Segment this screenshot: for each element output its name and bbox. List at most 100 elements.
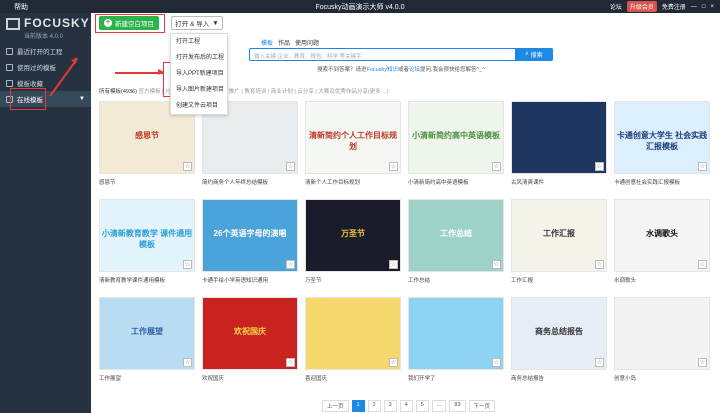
template-card[interactable]: 清新简约个人工作目标规划 ☆ 清新个人工作目标规划 bbox=[305, 101, 401, 186]
template-card[interactable]: ☆ 喜迎国庆 bbox=[305, 297, 401, 382]
template-card[interactable]: 26个英语字母的演唱 ☆ 卡通手绘小学英语知识通用 bbox=[202, 199, 298, 284]
hint-text: 提问,我会很快给您解答^_^ bbox=[420, 67, 485, 73]
search-placeholder: 输入关键 企业、教育、报告、科学 等关键字 bbox=[254, 54, 362, 60]
template-thumbnail[interactable]: 清新简约个人工作目标规划 ☆ bbox=[305, 101, 401, 174]
favorite-star-icon[interactable]: ☆ bbox=[286, 358, 295, 367]
favorite-star-icon[interactable]: ☆ bbox=[492, 260, 501, 269]
favorite-star-icon[interactable]: ☆ bbox=[492, 162, 501, 171]
maximize-icon[interactable]: □ bbox=[702, 4, 706, 10]
template-caption: 工作总结 bbox=[408, 278, 431, 284]
template-card[interactable]: ☆ 古风清爽课件 bbox=[511, 101, 607, 186]
forum-link[interactable]: 论坛 bbox=[610, 2, 622, 11]
menu-item-import-ppt[interactable]: 导入PPT新建项目 bbox=[171, 66, 227, 82]
template-thumbnail[interactable]: ☆ bbox=[511, 101, 607, 174]
thumbnail-title: 卡通创意大学生 社会实践汇报模板 bbox=[616, 131, 708, 151]
knowledge-link[interactable]: Focusky知识 bbox=[367, 67, 398, 73]
template-thumbnail[interactable]: ☆ bbox=[614, 297, 710, 370]
filter-all[interactable]: 所有模板(4936) bbox=[99, 89, 137, 95]
template-card[interactable]: 小清新教育教学 课件通用模板 ☆ 清新教育教学课件通用模板 bbox=[99, 199, 195, 284]
favorite-star-icon[interactable]: ☆ bbox=[389, 358, 398, 367]
page-button[interactable]: 5 bbox=[415, 400, 429, 412]
template-thumbnail[interactable]: 商务总结报告 ☆ bbox=[511, 297, 607, 370]
page-button[interactable]: 2 bbox=[367, 400, 381, 412]
menu-item-open-project[interactable]: 打开工程 bbox=[171, 34, 227, 50]
template-caption: 清新教育教学课件通用模板 bbox=[99, 278, 166, 284]
favorite-star-icon[interactable]: ☆ bbox=[286, 162, 295, 171]
template-thumbnail[interactable]: 万圣节 ☆ bbox=[305, 199, 401, 272]
template-card[interactable]: 欢祝国庆 ☆ 欢祝国庆 bbox=[202, 297, 298, 382]
tab-works[interactable]: 作品 bbox=[278, 38, 290, 47]
template-thumbnail[interactable]: 工作总结 ☆ bbox=[408, 199, 504, 272]
template-caption: 喜迎国庆 bbox=[305, 376, 328, 382]
template-card[interactable]: 卡通创意大学生 社会实践汇报模板 ☆ 卡通创意社会实践汇报模板 bbox=[614, 101, 710, 186]
template-card[interactable]: 工作总结 ☆ 工作总结 bbox=[408, 199, 504, 284]
template-thumbnail[interactable]: 欢祝国庆 ☆ bbox=[202, 297, 298, 370]
menu-item-cloud-project[interactable]: 创建文件云项目 bbox=[171, 98, 227, 114]
open-import-button[interactable]: 打开 & 导入 ▼ bbox=[171, 16, 223, 30]
tab-questions[interactable]: 使用问题 bbox=[295, 38, 319, 47]
favorite-star-icon[interactable]: ☆ bbox=[698, 358, 707, 367]
thumbnail-title: 26个英语字母的演唱 bbox=[213, 229, 287, 238]
search-button[interactable]: ⌕ 搜索 bbox=[515, 48, 553, 61]
top-toolbar: + 新建空白项目 打开 & 导入 ▼ 打开工程 打开发布后的工程 导入PPT新建项目… bbox=[91, 13, 720, 115]
favorite-star-icon[interactable]: ☆ bbox=[595, 162, 604, 171]
annotation-box-new bbox=[95, 14, 165, 33]
thumbnail-title: 商务总结报告 bbox=[535, 327, 583, 336]
page-button[interactable]: 3 bbox=[383, 400, 397, 412]
template-caption: 清新个人工作目标规划 bbox=[305, 180, 361, 186]
close-icon[interactable]: × bbox=[710, 4, 714, 10]
favorite-star-icon[interactable]: ☆ bbox=[286, 260, 295, 269]
template-thumbnail[interactable]: 小清新简约高中英语模板 ☆ bbox=[408, 101, 504, 174]
favorite-star-icon[interactable]: ☆ bbox=[595, 260, 604, 269]
upgrade-badge[interactable]: 升级会员 bbox=[626, 1, 657, 12]
favorite-star-icon[interactable]: ☆ bbox=[698, 260, 707, 269]
menu-item-open-published[interactable]: 打开发布后的工程 bbox=[171, 50, 227, 66]
favorite-star-icon[interactable]: ☆ bbox=[492, 358, 501, 367]
template-thumbnail[interactable]: 卡通创意大学生 社会实践汇报模板 ☆ bbox=[614, 101, 710, 174]
template-icon bbox=[6, 63, 13, 71]
favorite-star-icon[interactable]: ☆ bbox=[698, 162, 707, 171]
page-button[interactable]: 4 bbox=[399, 400, 413, 412]
favorite-star-icon[interactable]: ☆ bbox=[595, 358, 604, 367]
template-card[interactable]: 工作汇报 ☆ 工作汇报 bbox=[511, 199, 607, 284]
star-icon bbox=[6, 79, 13, 87]
favorite-star-icon[interactable]: ☆ bbox=[389, 162, 398, 171]
template-thumbnail[interactable]: 工作展望 ☆ bbox=[99, 297, 195, 370]
template-caption: 水调歌头 bbox=[614, 278, 637, 284]
template-thumbnail[interactable]: ☆ bbox=[408, 297, 504, 370]
template-card[interactable]: ☆ 创意小岛 bbox=[614, 297, 710, 382]
next-page-button[interactable]: 下一页 bbox=[468, 400, 496, 412]
template-card[interactable]: 万圣节 ☆ 万圣节 bbox=[305, 199, 401, 284]
template-thumbnail[interactable]: 工作汇报 ☆ bbox=[511, 199, 607, 272]
template-thumbnail[interactable]: 水调歌头 ☆ bbox=[614, 199, 710, 272]
menu-item-import-images[interactable]: 导入图片新建项目 bbox=[171, 82, 227, 98]
tab-templates[interactable]: 模板 bbox=[261, 38, 273, 47]
register-link[interactable]: 免费注册 bbox=[662, 2, 686, 11]
hint-text: 或者 bbox=[398, 67, 410, 73]
favorite-star-icon[interactable]: ☆ bbox=[183, 358, 192, 367]
template-card[interactable]: 工作展望 ☆ 工作展望 bbox=[99, 297, 195, 382]
template-caption: 古风清爽课件 bbox=[511, 180, 545, 186]
prev-page-button[interactable]: 上一页 bbox=[322, 400, 349, 412]
template-card[interactable]: 小清新简约高中英语模板 ☆ 小清新简约高中英语模板 bbox=[408, 101, 504, 186]
forum-link[interactable]: 论坛 bbox=[409, 67, 420, 73]
template-thumbnail[interactable]: 26个英语字母的演唱 ☆ bbox=[202, 199, 298, 272]
template-card[interactable]: ☆ 我们开学了 bbox=[408, 297, 504, 382]
minimize-icon[interactable]: — bbox=[691, 4, 697, 10]
search-input[interactable]: 输入关键 企业、教育、报告、科学 等关键字 ⌕ 搜索 bbox=[249, 48, 553, 61]
annotation-arrow-right bbox=[115, 69, 164, 75]
template-thumbnail[interactable]: 小清新教育教学 课件通用模板 ☆ bbox=[99, 199, 195, 272]
page-button[interactable]: 1 bbox=[351, 400, 365, 412]
template-card[interactable]: 水调歌头 ☆ 水调歌头 bbox=[614, 199, 710, 284]
template-caption: 万圣节 bbox=[305, 278, 322, 284]
favorite-star-icon[interactable]: ☆ bbox=[389, 260, 398, 269]
favorite-star-icon[interactable]: ☆ bbox=[183, 260, 192, 269]
template-card[interactable]: 商务总结报告 ☆ 商务总结报告 bbox=[511, 297, 607, 382]
template-thumbnail[interactable]: ☆ bbox=[305, 297, 401, 370]
favorite-star-icon[interactable]: ☆ bbox=[183, 162, 192, 171]
sidebar-item-label: 模板收藏 bbox=[17, 81, 43, 88]
thumbnail-title: 清新简约个人工作目标规划 bbox=[309, 131, 397, 151]
page-button[interactable]: 83 bbox=[449, 400, 466, 412]
folder-icon bbox=[6, 47, 13, 55]
title-bar: 帮助 Focusky动画演示大师 v4.0.0 论坛 升级会员 免费注册 — □… bbox=[0, 0, 720, 13]
